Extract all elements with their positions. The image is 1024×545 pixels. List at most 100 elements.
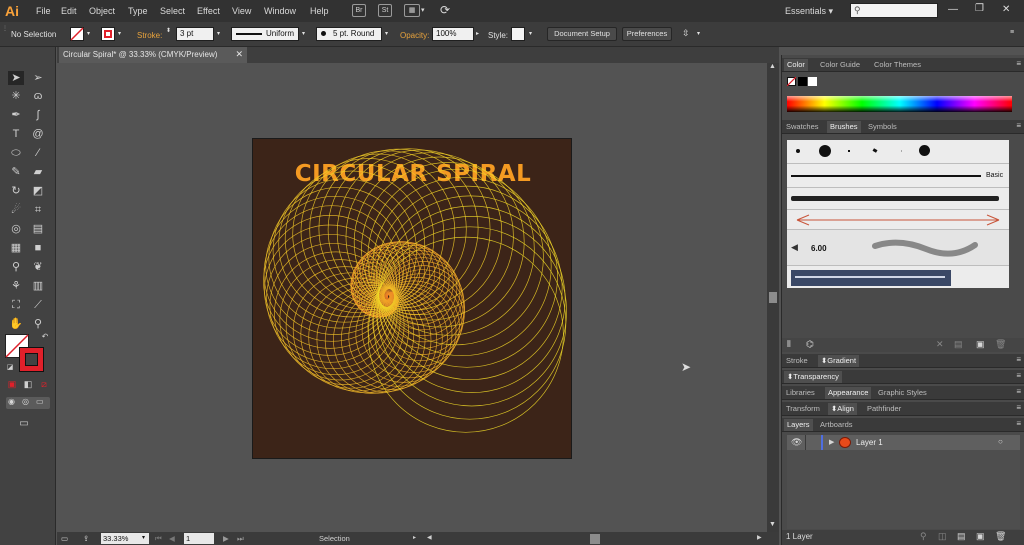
last-artboard-icon[interactable]: ⏭ xyxy=(237,534,244,544)
restore-icon[interactable]: ❐ xyxy=(975,3,984,14)
ellipse-tool-icon[interactable]: ⬭ xyxy=(8,146,24,160)
color-spectrum-shade[interactable] xyxy=(787,96,1012,112)
align-options-icon[interactable]: ⇳ xyxy=(682,28,690,39)
artboard-number-field[interactable]: 1 xyxy=(184,533,214,544)
remove-brush-stroke-icon[interactable]: ✕ xyxy=(936,339,944,350)
drawing-modes[interactable]: ◉ ◎ ▭ xyxy=(6,397,50,409)
tab-swatches[interactable]: Swatches xyxy=(786,122,819,131)
gradient-mode-icon[interactable]: ◧ xyxy=(20,377,36,391)
brushes-list[interactable]: Basic ◀ 6.00 xyxy=(787,140,1009,288)
brush-row-pattern[interactable] xyxy=(787,266,1009,288)
stroke-label[interactable]: Stroke: xyxy=(137,31,162,40)
selection-tool-icon[interactable]: ➤ xyxy=(8,71,24,85)
brush-dot-medium[interactable] xyxy=(919,145,930,156)
draw-normal-icon[interactable]: ◉ xyxy=(8,397,15,406)
direct-selection-tool-icon[interactable]: ➢ xyxy=(30,71,46,85)
brush-dot-small[interactable] xyxy=(796,149,800,153)
tab-graphic-styles[interactable]: Graphic Styles xyxy=(878,388,927,397)
mesh-tool-icon[interactable]: ▦ xyxy=(8,241,24,255)
new-layer-icon[interactable]: ▣ xyxy=(976,531,985,542)
tab-color-guide[interactable]: Color Guide xyxy=(820,60,860,69)
color-mode-icon[interactable]: ▣ xyxy=(4,377,20,391)
menu-type[interactable]: Type xyxy=(128,6,148,16)
brush-dot-large[interactable] xyxy=(819,145,831,157)
transparency-panel-menu-icon[interactable]: ≡ xyxy=(1016,371,1021,380)
brush-row-dots[interactable] xyxy=(787,140,1009,164)
share-icon[interactable]: ⇪ xyxy=(83,534,89,543)
zoom-tool-icon[interactable]: ⚲ xyxy=(30,317,46,331)
column-graph-tool-icon[interactable]: ▥ xyxy=(30,279,46,293)
warp-tool-icon[interactable]: ☄ xyxy=(8,203,24,217)
free-transform-tool-icon[interactable]: ⌗ xyxy=(30,203,46,217)
shape-builder-tool-icon[interactable]: ◎ xyxy=(8,222,24,236)
preferences-button[interactable]: Preferences xyxy=(622,27,672,41)
line-segment-tool-icon[interactable]: @ xyxy=(30,127,46,141)
appearance-panel-menu-icon[interactable]: ≡ xyxy=(1016,387,1021,396)
fill-dropdown-icon[interactable]: ▾ xyxy=(87,30,90,37)
zoom-dropdown-icon[interactable]: ▾ xyxy=(142,534,145,541)
bridge-icon[interactable]: Br xyxy=(352,4,366,17)
symbol-sprayer-tool-icon[interactable]: ⚘ xyxy=(8,279,24,293)
pen-tool-icon[interactable]: ✒ xyxy=(8,108,24,122)
minimize-icon[interactable]: — xyxy=(948,4,958,15)
eraser-tool-icon[interactable]: ▰ xyxy=(30,165,46,179)
new-brush-icon[interactable]: ▣ xyxy=(976,339,985,350)
scale-tool-icon[interactable]: ◩ xyxy=(30,184,46,198)
graphic-style-swatch[interactable] xyxy=(511,27,525,41)
blend-tool-icon[interactable]: ❦ xyxy=(30,260,46,274)
scroll-down-icon[interactable]: ▼ xyxy=(769,521,776,528)
first-artboard-icon[interactable]: ⏮ xyxy=(155,534,162,544)
layer-expand-icon[interactable]: ▶ xyxy=(829,438,834,446)
brushes-panel-menu-icon[interactable]: ≡ xyxy=(1016,121,1021,130)
artboard-nav-icon[interactable]: ▭ xyxy=(61,534,68,543)
style-dropdown-icon[interactable]: ▾ xyxy=(529,30,532,37)
gradient-tool-icon[interactable]: ■ xyxy=(30,241,46,255)
next-artboard-icon[interactable]: ▶ xyxy=(223,534,229,543)
arrange-documents-icon[interactable]: ▦ xyxy=(404,4,420,17)
scroll-right-icon[interactable]: ▶ xyxy=(757,534,762,541)
opacity-field[interactable]: 100% xyxy=(432,27,474,41)
tab-gradient[interactable]: ⬍Gradient xyxy=(818,355,860,367)
type-tool-icon[interactable]: T xyxy=(8,127,24,141)
brush-definition[interactable]: 5 pt. Round xyxy=(316,27,382,41)
search-stock-field[interactable]: ⚲ xyxy=(850,3,938,18)
swap-fill-stroke-icon[interactable]: ↶ xyxy=(37,330,53,344)
fill-swatch[interactable] xyxy=(70,27,84,41)
menu-object[interactable]: Object xyxy=(89,6,115,16)
color-black-swatch[interactable] xyxy=(798,77,807,86)
menu-file[interactable]: File xyxy=(36,6,51,16)
scroll-up-icon[interactable]: ▲ xyxy=(769,63,776,70)
opacity-label[interactable]: Opacity: xyxy=(400,31,429,40)
brush-options-icon[interactable]: ▤ xyxy=(954,339,963,350)
vertical-scrollbar[interactable]: ▲ ▼ xyxy=(767,63,779,532)
brush-dropdown-icon[interactable]: ▾ xyxy=(385,30,388,37)
slice-tool-icon[interactable]: ⟋ xyxy=(30,298,46,312)
close-icon[interactable]: ✕ xyxy=(1002,4,1010,15)
scroll-left-icon[interactable]: ◀ xyxy=(427,534,432,541)
menu-view[interactable]: View xyxy=(232,6,251,16)
brush-row-bristle[interactable]: ◀ 6.00 xyxy=(787,230,1009,266)
tab-transparency[interactable]: ⬍Transparency xyxy=(784,371,842,383)
stroke-dropdown-icon[interactable]: ▾ xyxy=(118,30,121,37)
pencil-tool-icon[interactable]: ✎ xyxy=(8,165,24,179)
make-clipping-mask-icon[interactable]: ◫ xyxy=(938,531,947,542)
stroke-weight-field[interactable]: 3 pt xyxy=(176,27,214,41)
gpu-performance-icon[interactable]: ⟳ xyxy=(440,3,450,17)
tab-color[interactable]: Color xyxy=(784,59,808,71)
close-document-icon[interactable]: ✕ xyxy=(235,49,243,60)
draw-inside-icon[interactable]: ▭ xyxy=(36,397,44,406)
perspective-grid-tool-icon[interactable]: ▤ xyxy=(30,222,46,236)
document-setup-button[interactable]: Document Setup xyxy=(547,27,617,41)
layers-panel-menu-icon[interactable]: ≡ xyxy=(1016,419,1021,428)
menu-select[interactable]: Select xyxy=(160,6,185,16)
align-panel-menu-icon[interactable]: ≡ xyxy=(1016,403,1021,412)
horizontal-scroll-thumb[interactable] xyxy=(590,534,600,544)
color-none-swatch[interactable] xyxy=(787,77,796,86)
layer-name[interactable]: Layer 1 xyxy=(856,438,883,447)
variable-width-profile[interactable]: Uniform xyxy=(231,27,299,41)
delete-brush-icon[interactable]: 🗑 xyxy=(995,339,1006,350)
magic-wand-tool-icon[interactable]: ✳ xyxy=(8,89,24,103)
stroke-spinner-icon[interactable]: ⬍ xyxy=(166,27,171,34)
tab-symbols[interactable]: Symbols xyxy=(868,122,897,131)
tab-layers[interactable]: Layers xyxy=(784,419,813,431)
